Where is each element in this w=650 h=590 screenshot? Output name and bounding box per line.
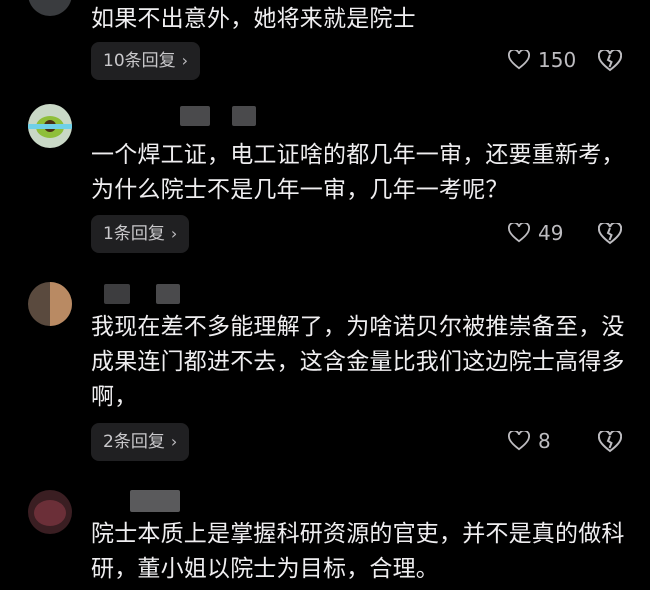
like-count: 150 — [538, 48, 577, 72]
view-replies-button[interactable]: 1条回复 › — [91, 215, 190, 253]
view-replies-button[interactable]: 10条回复 › — [91, 42, 201, 80]
username-redacted — [232, 106, 256, 126]
broken-heart-outline-icon — [598, 431, 622, 453]
heart-outline-icon — [508, 50, 530, 70]
reply-count-label: 2条回复 — [103, 432, 165, 452]
avatar[interactable] — [28, 104, 72, 148]
username-redacted — [130, 490, 180, 512]
comment-text: 一个焊工证，电工证啥的都几年一审，还要重新考，为什么院士不是几年一审，几年一考呢… — [91, 142, 625, 203]
reply-count-label: 1条回复 — [103, 224, 165, 244]
broken-heart-outline-icon — [598, 223, 622, 245]
like-count: 8 — [538, 429, 551, 453]
comment-text: 我现在差不多能理解了，为啥诺贝尔被推崇备至，没成果连门都进不去，这含金量比我们这… — [91, 314, 625, 410]
heart-outline-icon — [508, 223, 530, 243]
dislike-button[interactable] — [598, 50, 622, 72]
like-button[interactable]: 150 — [508, 48, 576, 72]
username-redacted — [104, 284, 130, 304]
avatar[interactable] — [28, 490, 72, 534]
like-count: 49 — [538, 221, 564, 245]
dislike-button[interactable] — [598, 223, 622, 245]
like-button[interactable]: 49 — [508, 221, 563, 245]
username-redacted — [180, 106, 210, 126]
reply-count-label: 10条回复 — [103, 51, 176, 71]
dislike-button[interactable] — [598, 431, 622, 453]
comment-text: 如果不出意外，她将来就是院士 — [91, 6, 416, 32]
comment-text: 院士本质上是掌握科研资源的官吏，并不是真的做科研，董小姐以院士为目标，合理。 — [91, 521, 625, 582]
username-redacted — [156, 284, 180, 304]
chevron-right-icon: › — [181, 51, 189, 70]
avatar[interactable] — [28, 0, 72, 16]
avatar[interactable] — [28, 282, 72, 326]
heart-outline-icon — [508, 431, 530, 451]
view-replies-button[interactable]: 2条回复 › — [91, 423, 190, 461]
chevron-right-icon: › — [170, 224, 178, 243]
chevron-right-icon: › — [170, 432, 178, 451]
broken-heart-outline-icon — [598, 50, 622, 72]
like-button[interactable]: 8 — [508, 429, 551, 453]
